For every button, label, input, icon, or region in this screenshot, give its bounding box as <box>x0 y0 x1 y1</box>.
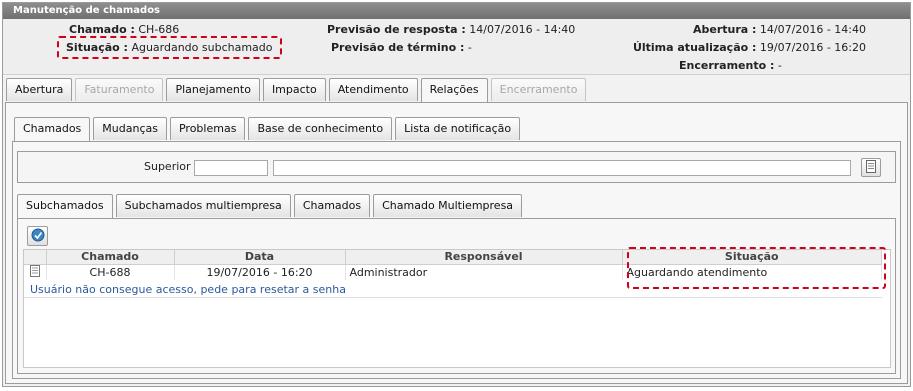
tab-faturamento: Faturamento <box>75 78 164 101</box>
previsao-resposta-label: Previsão de resposta : <box>327 23 466 36</box>
maintenance-window: Manutenção de chamados Chamado : CH-686 … <box>2 2 911 387</box>
tab-problemas[interactable]: Problemas <box>169 117 246 140</box>
superior-lookup-button[interactable] <box>861 158 881 177</box>
previsao-termino-field: Previsão de término : - <box>331 41 472 54</box>
tab-subchamados[interactable]: Subchamados <box>17 194 113 218</box>
cell-chamado: CH-688 <box>46 264 175 280</box>
tab-lista-notificacao[interactable]: Lista de notificação <box>395 117 521 140</box>
tab-planejamento[interactable]: Planejamento <box>166 78 260 101</box>
encerramento-value: - <box>777 59 782 72</box>
tab-relacoes[interactable]: Relações <box>420 78 488 102</box>
col-icon <box>24 250 47 265</box>
ultima-atualizacao-field: Última atualização : 19/07/2016 - 16:20 <box>633 41 866 54</box>
chamado-label: Chamado : <box>69 23 135 36</box>
tab-chamado-multiempresa[interactable]: Chamado Multiempresa <box>373 194 523 217</box>
main-tab-bar: Abertura Faturamento Planejamento Impact… <box>6 78 587 102</box>
row-divider <box>24 297 882 298</box>
encerramento-label: Encerramento : <box>679 59 775 72</box>
col-data[interactable]: Data <box>174 250 346 265</box>
cell-data: 19/07/2016 - 16:20 <box>174 264 346 280</box>
tab-subchamados-multiempresa[interactable]: Subchamados multiempresa <box>115 194 291 217</box>
tab-chamados[interactable]: Chamados <box>293 194 371 217</box>
abertura-field: Abertura : 14/07/2016 - 14:40 <box>693 23 866 36</box>
previsao-resposta-field: Previsão de resposta : 14/07/2016 - 14:4… <box>327 23 575 36</box>
superior-code-input[interactable] <box>194 160 268 176</box>
add-subchamado-icon <box>31 228 45 245</box>
tab-abertura[interactable]: Abertura <box>6 78 73 101</box>
tab-chamados-relacao[interactable]: Chamados <box>14 117 91 141</box>
row-document-icon-cell[interactable] <box>24 264 47 280</box>
tab-atendimento[interactable]: Atendimento <box>328 78 418 101</box>
abertura-value: 14/07/2016 - 14:40 <box>759 23 866 36</box>
abertura-label: Abertura : <box>692 23 757 36</box>
ticket-header: Chamado : CH-686 Situação : Aguardando s… <box>3 19 910 75</box>
superior-name-input[interactable] <box>273 160 851 176</box>
tab-mudancas[interactable]: Mudanças <box>93 117 167 140</box>
encerramento-field: Encerramento : - <box>679 59 782 72</box>
superior-box: Superior : <box>17 151 896 183</box>
chamado-value: CH-686 <box>138 23 180 36</box>
lookup-icon <box>865 159 877 176</box>
previsao-termino-value: - <box>467 41 472 54</box>
tab-encerramento: Encerramento <box>490 78 587 101</box>
sub-tab-bar: Subchamados Subchamados multiempresa Cha… <box>17 194 523 218</box>
row-description[interactable]: Usuário não consegue acesso, pede para r… <box>30 283 346 296</box>
subchamados-panel: Chamado Data Responsável Situação CH-688… <box>17 218 896 374</box>
ultima-atualizacao-value: 19/07/2016 - 16:20 <box>759 41 866 54</box>
add-subchamado-button[interactable] <box>27 226 48 246</box>
col-responsavel[interactable]: Responsável <box>345 250 623 265</box>
col-chamado[interactable]: Chamado <box>46 250 175 265</box>
superior-label: Superior : <box>144 160 198 173</box>
document-icon <box>29 264 40 280</box>
previsao-termino-label: Previsão de término : <box>331 41 465 54</box>
tab-base-conhecimento[interactable]: Base de conhecimento <box>248 117 393 140</box>
previsao-resposta-value: 14/07/2016 - 14:40 <box>469 23 576 36</box>
chamado-field: Chamado : CH-686 <box>69 23 179 36</box>
cell-responsavel: Administrador <box>345 264 623 280</box>
relacoes-panel: Chamados Mudanças Problemas Base de conh… <box>5 102 908 384</box>
ultima-atualizacao-label: Última atualização : <box>632 41 757 54</box>
situacao-field: Situação : Aguardando subchamado <box>57 36 282 59</box>
situacao-column-highlight <box>627 247 886 289</box>
window-title: Manutenção de chamados <box>3 3 910 19</box>
tab-impacto[interactable]: Impacto <box>262 78 326 101</box>
situacao-label: Situação : <box>66 41 128 54</box>
situacao-value: Aguardando subchamado <box>131 41 273 54</box>
relation-tab-bar: Chamados Mudanças Problemas Base de conh… <box>14 117 521 141</box>
